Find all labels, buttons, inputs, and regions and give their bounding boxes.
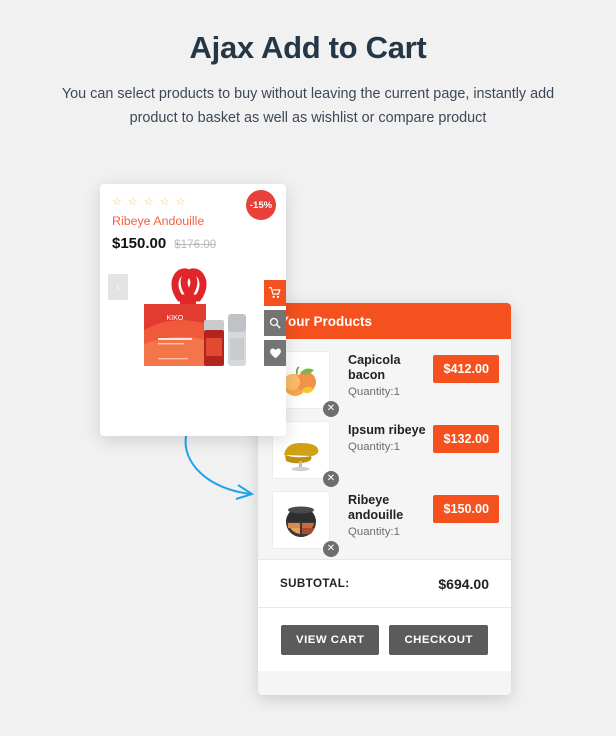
add-to-cart-button[interactable] <box>264 280 286 306</box>
svg-text:KIKO: KIKO <box>167 315 184 322</box>
product-price-old: $176.00 <box>174 238 217 251</box>
view-cart-button[interactable]: VIEW CART <box>281 624 380 655</box>
quick-view-button[interactable] <box>264 310 286 336</box>
cart-item-list: ✕ Capicola bacon Quantity:1 $412.00 ✕ Ip… <box>258 339 511 559</box>
subtotal-value: $694.00 <box>438 575 489 592</box>
product-card-top: ☆ ☆ ☆ ☆ ☆ Ribeye Andouille $150.00 $176.… <box>100 184 286 252</box>
cart-panel: Your Products ✕ Capicola bacon Quantity:… <box>258 303 511 695</box>
cart-header-title: Your Products <box>280 313 373 329</box>
cart-item-price: $150.00 <box>433 495 499 523</box>
cart-header: Your Products <box>258 303 511 339</box>
product-price-current: $150.00 <box>112 235 167 252</box>
wishlist-button[interactable] <box>264 340 286 366</box>
page-subtitle: You can select products to buy without l… <box>61 86 555 126</box>
makeup-compact-image <box>272 491 330 549</box>
cart-subtotal-row: SUBTOTAL: $694.00 <box>258 559 511 607</box>
search-icon <box>269 317 281 329</box>
heart-icon <box>269 347 282 359</box>
cart-item-info: Ribeye andouille Quantity:1 <box>330 491 433 538</box>
cart-item-name: Capicola bacon <box>348 353 401 382</box>
product-title[interactable]: Ribeye Andouille <box>112 214 274 229</box>
cart-item-row[interactable]: ✕ Ribeye andouille Quantity:1 $150.00 <box>258 485 511 557</box>
cart-item-row[interactable]: ✕ Ipsum ribeye Quantity:1 $132.00 <box>258 415 511 487</box>
cart-item-row[interactable]: ✕ Capicola bacon Quantity:1 $412.00 <box>258 345 511 417</box>
product-action-buttons <box>264 280 286 366</box>
product-card[interactable]: ☆ ☆ ☆ ☆ ☆ Ribeye Andouille $150.00 $176.… <box>100 184 286 436</box>
cart-item-price: $412.00 <box>433 355 499 383</box>
cart-item-quantity: Quantity:1 <box>348 441 400 453</box>
kiko-gift-set-image: KIKO <box>144 268 246 366</box>
page-root: Ajax Add to Cart You can select products… <box>0 0 616 736</box>
subtotal-label: SUBTOTAL: <box>280 577 350 590</box>
cart-item-info: Ipsum ribeye Quantity:1 <box>330 421 433 453</box>
cart-actions: VIEW CART CHECKOUT <box>258 607 511 671</box>
cart-item-info: Capicola bacon Quantity:1 <box>330 351 433 398</box>
cart-item-name: Ipsum ribeye <box>348 423 426 437</box>
checkout-button[interactable]: CHECKOUT <box>389 624 488 655</box>
product-price-line: $150.00 $176.00 <box>112 235 274 252</box>
remove-item-button[interactable]: ✕ <box>323 541 339 557</box>
cart-item-quantity: Quantity:1 <box>348 386 400 398</box>
cart-item-thumb-wrap: ✕ <box>272 491 339 557</box>
flow-arrow-icon <box>184 435 255 500</box>
cart-icon <box>269 287 281 299</box>
page-title: Ajax Add to Cart <box>189 30 427 65</box>
prev-arrow-icon[interactable]: ‹ <box>108 274 128 300</box>
cart-item-price: $132.00 <box>433 425 499 453</box>
discount-badge: -15% <box>246 190 276 220</box>
product-image-area: KIKO ‹ <box>100 256 286 406</box>
cart-item-name: Ribeye andouille <box>348 493 404 522</box>
cart-item-quantity: Quantity:1 <box>348 526 400 538</box>
page-heading: Ajax Add to Cart You can select products… <box>0 0 616 130</box>
